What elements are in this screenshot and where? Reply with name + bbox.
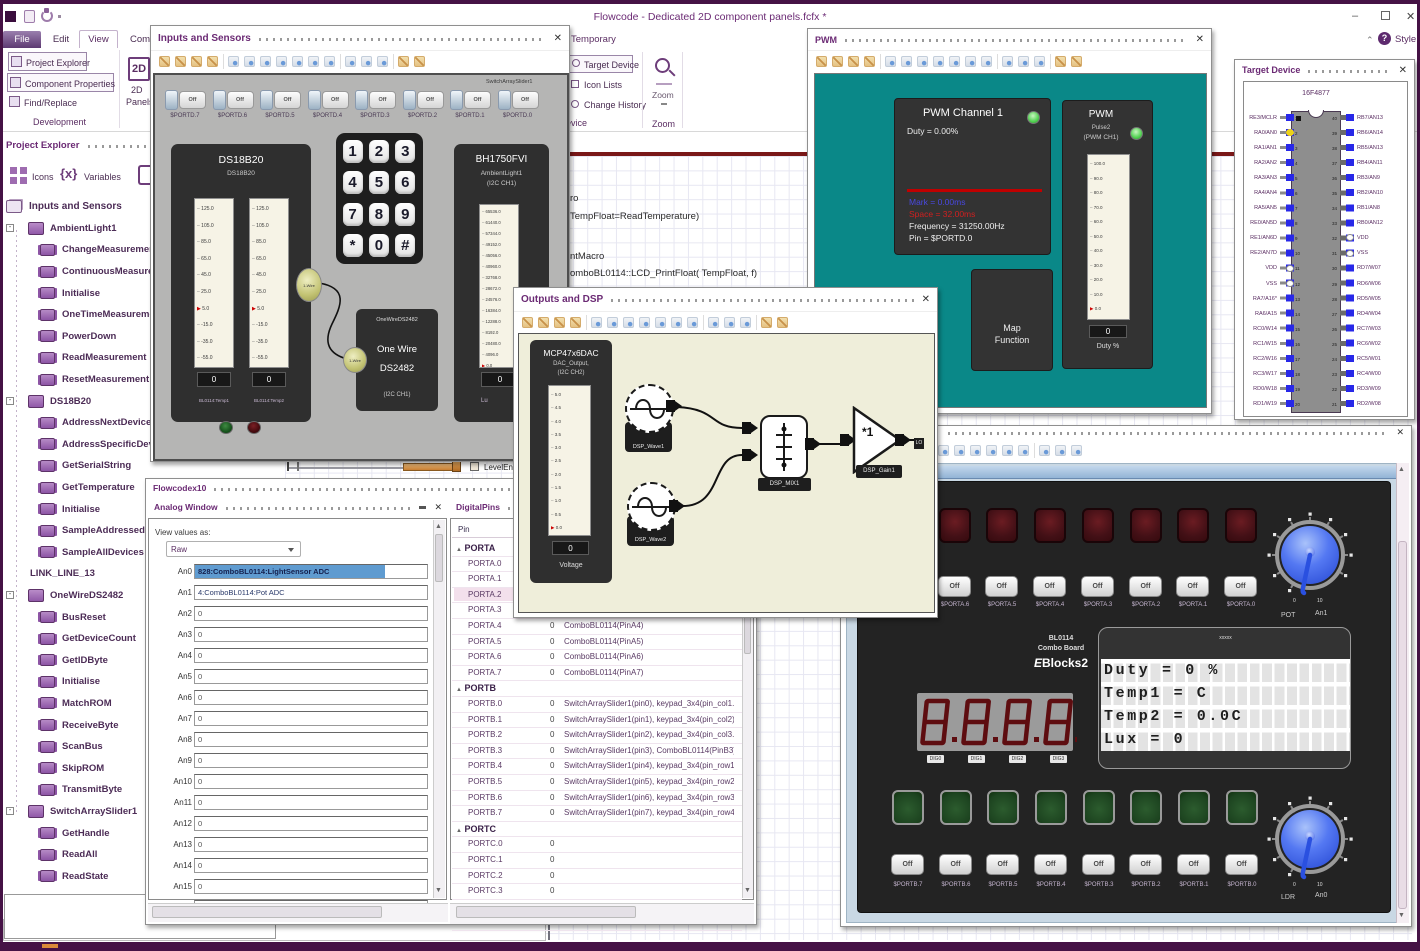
svg-text:*1: *1 (862, 425, 874, 439)
